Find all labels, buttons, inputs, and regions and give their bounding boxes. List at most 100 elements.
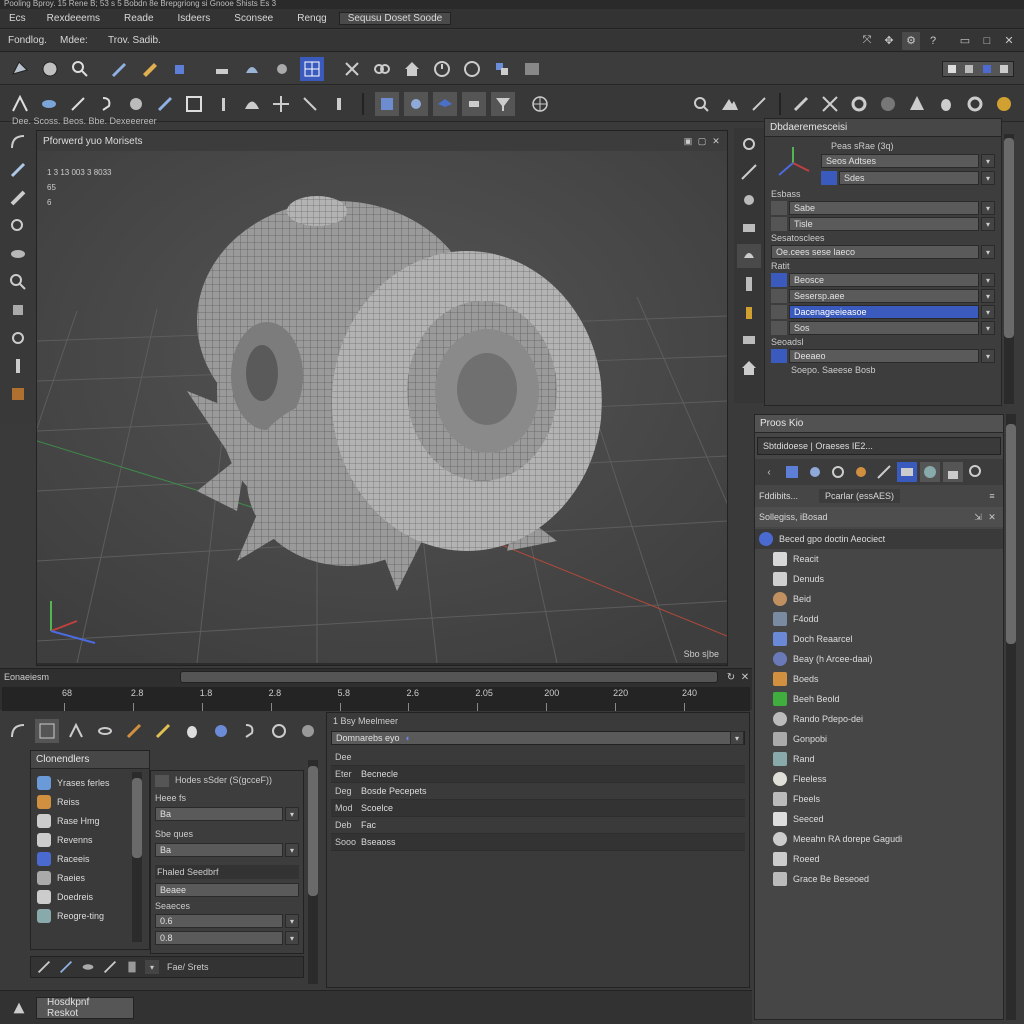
outliner-pin-icon[interactable]: ⇲ [971, 510, 985, 524]
timeline-reset-icon[interactable]: ↻ [724, 670, 738, 684]
channel-row[interactable]: Sooo Bseaoss [331, 834, 745, 851]
outliner-item[interactable]: Beid [755, 589, 1003, 609]
props-drop-10[interactable]: ▾ [981, 349, 995, 363]
outliner-search-icon[interactable] [966, 462, 986, 482]
outliner-image-icon[interactable] [897, 462, 917, 482]
close-icon[interactable]: ✕ [1000, 32, 1018, 50]
lasso-icon[interactable] [8, 92, 32, 116]
leaf-bottom-icon[interactable] [93, 719, 117, 743]
funnel-icon[interactable] [491, 91, 515, 116]
search-tool-icon[interactable] [689, 92, 713, 116]
channel-row[interactable]: Deb Fac [331, 817, 745, 834]
hook-bottom-icon[interactable] [238, 719, 262, 743]
properties-scrollbar[interactable] [1004, 134, 1014, 404]
outliner-item[interactable]: Fbeels [755, 789, 1003, 809]
brush-item[interactable]: Raceeis [37, 849, 143, 868]
menu-render[interactable]: Rexdeeems [35, 13, 112, 24]
timeline-close-icon[interactable]: ✕ [738, 670, 752, 684]
bone-icon[interactable] [789, 92, 813, 116]
status-button[interactable]: Hosdkpnf Reskot [36, 996, 134, 1019]
attr-field-2[interactable]: Ba [155, 843, 283, 857]
hinge-tool-icon[interactable] [737, 272, 761, 296]
outliner-item[interactable]: F4odd [755, 609, 1003, 629]
compass-icon[interactable] [528, 92, 552, 116]
hand-icon[interactable] [38, 57, 62, 81]
gold-sphere-icon[interactable] [992, 92, 1016, 116]
outliner-item[interactable]: Fleeless [755, 769, 1003, 789]
rotate-icon[interactable] [460, 57, 484, 81]
outliner-back-icon[interactable]: ‹ [759, 462, 779, 482]
menu-sequence[interactable]: Sequsu Doset Soode [338, 12, 452, 25]
props-field-tisle[interactable]: Tisle [789, 217, 979, 231]
outliner-scrollbar[interactable] [1006, 414, 1016, 1020]
props-field-sos[interactable]: Sos [789, 321, 979, 335]
settings-icon[interactable]: ⚙ [902, 31, 920, 50]
layers-icon[interactable] [490, 57, 514, 81]
tree-icon[interactable] [905, 92, 929, 116]
props-drop-7[interactable]: ▾ [981, 289, 995, 303]
pen-tool-icon[interactable] [6, 158, 30, 182]
wand-icon[interactable] [108, 57, 132, 81]
target-icon[interactable] [404, 91, 428, 116]
props-drop-6[interactable]: ▾ [981, 273, 995, 287]
channel-row[interactable]: Dee [331, 749, 745, 766]
paint-icon[interactable] [270, 57, 294, 81]
sphere-icon[interactable] [876, 92, 900, 116]
outliner-item[interactable]: Reacit [755, 549, 1003, 569]
camera-tool-icon[interactable] [737, 216, 761, 240]
breadcrumb-item-1[interactable]: Fondlog. [0, 35, 60, 46]
gear-icon[interactable] [847, 92, 871, 116]
arrow-icon[interactable] [747, 92, 771, 116]
outliner-brush-icon[interactable] [805, 462, 825, 482]
marker-bottom-icon[interactable] [151, 719, 175, 743]
zoom-tool-icon[interactable] [6, 270, 30, 294]
props-field-2[interactable]: Sdes [839, 171, 979, 185]
grid-select-icon[interactable] [300, 56, 324, 81]
image-icon[interactable] [520, 57, 544, 81]
chain-icon[interactable] [370, 57, 394, 81]
minimize-icon[interactable]: ▭ [956, 32, 974, 50]
props-drop-1[interactable]: ▾ [981, 154, 995, 168]
brush-bottom-icon[interactable] [122, 719, 146, 743]
expand-icon[interactable]: ⤧ [858, 32, 876, 50]
zoom-icon[interactable] [68, 57, 92, 81]
outliner-tab-menu-icon[interactable]: ≡ [985, 489, 999, 503]
mask-tool-icon[interactable] [737, 328, 761, 352]
help-icon[interactable]: ? [924, 32, 942, 50]
viewport-close-icon[interactable]: ✕ [709, 134, 723, 148]
brush-item[interactable]: Yrases ferles [37, 773, 143, 792]
attr-drop-5[interactable]: ▾ [285, 931, 299, 945]
view-blue-icon[interactable] [982, 64, 991, 73]
dome-icon[interactable] [240, 92, 264, 116]
outliner-item[interactable]: Beeh Beold [755, 689, 1003, 709]
breadcrumb-item-2[interactable]: Mdee: [60, 35, 108, 46]
props-drop-9[interactable]: ▾ [981, 321, 995, 335]
outliner-item[interactable]: Meeahn RA dorepe Gagudi [755, 829, 1003, 849]
menu-rendering[interactable]: Renqg [285, 13, 338, 24]
attr-field-4[interactable]: 0.6 [155, 914, 283, 928]
cube-icon[interactable] [168, 57, 192, 81]
chain-tool-icon[interactable] [6, 326, 30, 350]
paint-tool-icon[interactable] [6, 382, 30, 406]
outliner-item[interactable]: Gonpobi [755, 729, 1003, 749]
maximize-icon[interactable]: □ [978, 32, 996, 50]
light-tool-icon[interactable] [737, 188, 761, 212]
channel-field-drop[interactable]: ▾ [730, 731, 744, 745]
props-field-beosce[interactable]: Beosce [789, 273, 979, 287]
brush-item[interactable]: Reiss [37, 792, 143, 811]
brush-icon[interactable] [37, 92, 61, 116]
viewport-canvas[interactable] [37, 151, 727, 663]
outliner-item[interactable]: Denuds [755, 569, 1003, 589]
brush-item[interactable]: Revenns [37, 830, 143, 849]
sculpt-icon[interactable] [240, 57, 264, 81]
props-drop-3[interactable]: ▾ [981, 201, 995, 215]
menu-scene[interactable]: Sconsee [222, 13, 285, 24]
channel-field[interactable]: Domnarebs eyo ◐ ▾ [331, 731, 745, 745]
drill-icon[interactable] [153, 92, 177, 116]
attr-field-5[interactable]: 0.8 [155, 931, 283, 945]
stamp-icon[interactable] [210, 57, 234, 81]
outliner-search[interactable]: Sbtdidoese | Oraeses IE2... [757, 437, 1001, 455]
hammer-icon[interactable] [211, 92, 235, 116]
attribute-scrollbar[interactable] [308, 760, 318, 984]
brush-item[interactable]: Rase Hmg [37, 811, 143, 830]
